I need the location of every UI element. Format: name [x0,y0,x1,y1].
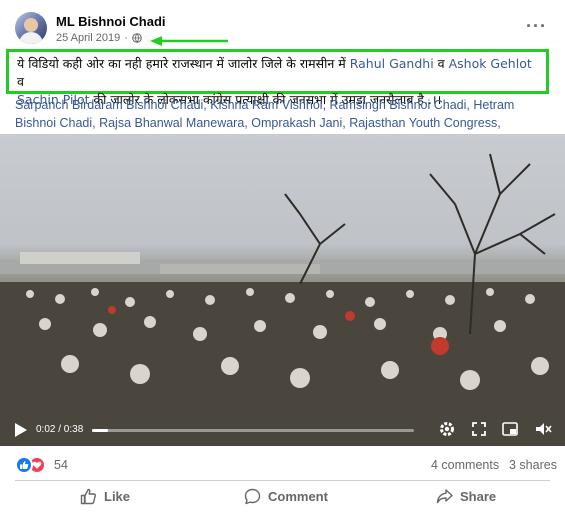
mention-ashok-gehlot[interactable]: Ashok Gehlot [449,56,532,71]
comment-label: Comment [268,489,328,504]
settings-icon[interactable] [438,420,456,438]
post-body-text: ये विडियो कही ओर का नही हमारे राजस्थान म… [6,49,549,107]
video-progress-fill [92,429,109,432]
video-frame [0,153,565,446]
video-progress-bar[interactable] [92,429,414,432]
comment-button[interactable]: Comment [244,488,328,505]
post-header: ML Bishnoi Chadi 25 April 2019 · ··· [0,0,565,46]
body-join-2: व [17,74,24,89]
share-label: Share [460,489,497,504]
body-text-intro: ये विडियो कही ओर का नही हमारे राजस्थान म… [17,56,350,71]
actions-divider [15,480,550,481]
fullscreen-icon[interactable] [470,420,488,438]
mention-rahul-gandhi[interactable]: Rahul Gandhi [350,56,434,71]
like-reaction-icon [15,456,33,474]
like-button[interactable]: Like [80,488,130,505]
meta-separator: · [124,32,128,44]
like-label: Like [104,489,131,504]
annotation-arrow-icon [150,36,228,46]
reaction-count: 54 [54,458,68,472]
comment-icon [244,488,261,505]
post-meta: 25 April 2019 · [56,32,142,44]
volume-muted-icon[interactable] [534,420,552,438]
play-icon[interactable] [14,422,28,438]
author-name[interactable]: ML Bishnoi Chadi [56,14,166,29]
video-player[interactable]: 0:02 / 0:38 [0,134,565,446]
video-controls: 0:02 / 0:38 [0,414,565,446]
post-actions: Like Comment Share [0,484,565,512]
share-button[interactable]: Share [436,488,496,505]
globe-icon[interactable] [132,33,142,43]
shares-count[interactable]: 3 shares [509,458,557,472]
share-icon [436,489,453,504]
comments-count[interactable]: 4 comments [431,458,499,472]
like-icon [80,488,97,505]
post-date[interactable]: 25 April 2019 [56,32,120,44]
video-time: 0:02 / 0:38 [36,424,84,435]
tagged-people[interactable]: Sarpanch Birdaram Bishnoi Chadi, Kishna … [15,96,555,132]
body-join-1: व [433,56,449,71]
pip-icon[interactable] [501,420,519,438]
author-avatar[interactable] [15,12,47,44]
reactions-summary[interactable]: 54 [15,456,68,474]
more-options-icon[interactable]: ··· [526,17,547,35]
